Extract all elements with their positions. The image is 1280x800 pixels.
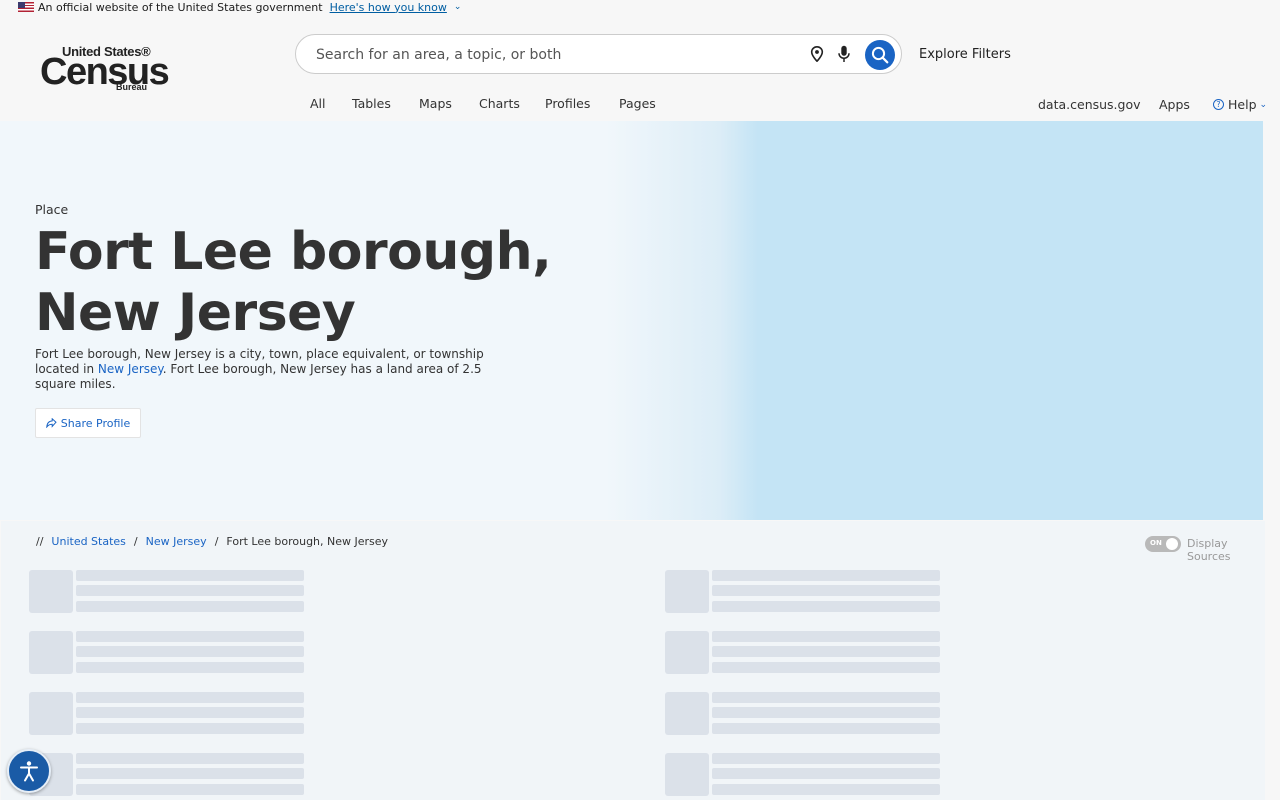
tab-maps[interactable]: Maps — [419, 96, 452, 111]
gov-banner: An official website of the United States… — [0, 0, 1280, 14]
breadcrumb-current: Fort Lee borough, New Jersey — [226, 535, 389, 548]
scrollbar[interactable] — [1265, 121, 1280, 800]
logo-line3: Bureau — [116, 82, 148, 92]
share-icon — [46, 418, 57, 428]
breadcrumb-united-states[interactable]: United States — [51, 535, 126, 548]
breadcrumb-prefix: // — [36, 535, 44, 548]
display-sources-toggle[interactable]: ON — [1145, 536, 1181, 552]
profile-content: // United States / New Jersey / Fort Lee… — [1, 521, 1265, 800]
toggle-state: ON — [1150, 539, 1162, 547]
search-icon — [871, 46, 889, 64]
state-link[interactable]: New Jersey — [98, 362, 163, 376]
help-label: Help — [1228, 97, 1257, 112]
share-profile-label: Share Profile — [60, 416, 131, 430]
breadcrumb-new-jersey[interactable]: New Jersey — [146, 535, 207, 548]
chevron-down-icon: ⌄ — [1259, 99, 1268, 110]
search-bar — [295, 34, 902, 74]
location-pin-icon[interactable] — [810, 46, 824, 62]
census-logo[interactable]: United States® Census Bureau — [40, 44, 170, 93]
gov-banner-text: An official website of the United States… — [38, 0, 323, 14]
explore-filters-link[interactable]: Explore Filters — [919, 47, 1011, 62]
tab-pages[interactable]: Pages — [619, 96, 656, 111]
chevron-down-icon[interactable]: ⌄ — [454, 2, 462, 12]
search-input[interactable] — [316, 44, 796, 66]
tab-charts[interactable]: Charts — [479, 96, 520, 111]
toggle-knob — [1166, 538, 1178, 550]
profile-description: Fort Lee borough, New Jersey is a city, … — [35, 347, 505, 392]
us-flag-icon — [18, 2, 34, 12]
microphone-icon[interactable] — [837, 45, 851, 63]
tab-all[interactable]: All — [310, 96, 326, 111]
display-sources-label: Display Sources — [1187, 537, 1231, 563]
apps-link[interactable]: Apps — [1159, 97, 1190, 112]
tab-tables[interactable]: Tables — [352, 96, 391, 111]
share-profile-button[interactable]: Share Profile — [35, 408, 141, 438]
gov-banner-link[interactable]: Here's how you know — [330, 1, 447, 14]
breadcrumb: // United States / New Jersey / Fort Lee… — [36, 535, 389, 548]
data-census-link[interactable]: data.census.gov — [1038, 97, 1141, 112]
search-button[interactable] — [865, 40, 895, 70]
geo-type-label: Place — [35, 202, 69, 217]
help-menu[interactable]: ? Help ⌄ — [1213, 97, 1267, 112]
accessibility-icon — [20, 761, 38, 782]
tab-profiles[interactable]: Profiles — [545, 96, 590, 111]
profile-hero: Place Fort Lee borough, New Jersey Fort … — [0, 121, 1263, 520]
question-icon: ? — [1213, 99, 1224, 110]
accessibility-button[interactable] — [7, 749, 51, 793]
page-title: Fort Lee borough, New Jersey — [35, 222, 552, 343]
logo-line2: Census — [40, 51, 170, 93]
